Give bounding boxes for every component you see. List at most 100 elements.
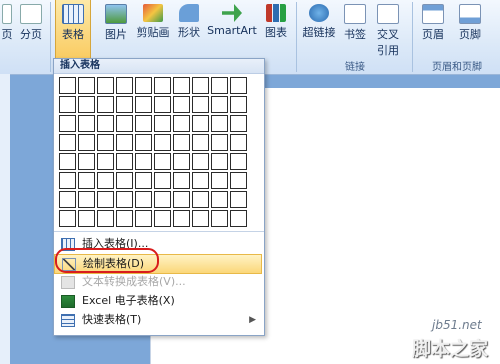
grid-cell[interactable] (116, 210, 133, 227)
grid-cell[interactable] (59, 153, 76, 170)
footer-button[interactable]: 页脚 (455, 0, 485, 58)
grid-cell[interactable] (192, 191, 209, 208)
grid-cell[interactable] (78, 96, 95, 113)
grid-cell[interactable] (230, 172, 247, 189)
grid-cell[interactable] (230, 191, 247, 208)
hyperlink-button[interactable]: 超链接 (299, 0, 339, 58)
grid-cell[interactable] (173, 210, 190, 227)
grid-cell[interactable] (154, 77, 171, 94)
smartart-button[interactable]: SmartArt (205, 0, 259, 58)
grid-cell[interactable] (211, 96, 228, 113)
grid-cell[interactable] (59, 96, 76, 113)
grid-cell[interactable] (230, 96, 247, 113)
grid-cell[interactable] (135, 134, 152, 151)
grid-cell[interactable] (154, 96, 171, 113)
grid-cell[interactable] (78, 115, 95, 132)
grid-cell[interactable] (135, 77, 152, 94)
grid-cell[interactable] (230, 210, 247, 227)
grid-cell[interactable] (173, 96, 190, 113)
grid-cell[interactable] (211, 77, 228, 94)
grid-cell[interactable] (192, 115, 209, 132)
grid-cell[interactable] (97, 77, 114, 94)
bookmark-button[interactable]: 书签 (341, 0, 369, 58)
menu-item-excel-spreadsheet[interactable]: Excel 电子表格(X) (54, 292, 262, 310)
grid-cell[interactable] (154, 134, 171, 151)
picture-button[interactable]: 图片 (101, 0, 131, 58)
grid-cell[interactable] (173, 115, 190, 132)
group-separator (296, 2, 297, 72)
grid-cell[interactable] (192, 77, 209, 94)
grid-cell[interactable] (116, 134, 133, 151)
grid-cell[interactable] (211, 134, 228, 151)
grid-cell[interactable] (78, 134, 95, 151)
grid-cell[interactable] (97, 191, 114, 208)
grid-cell[interactable] (97, 115, 114, 132)
grid-cell[interactable] (78, 191, 95, 208)
grid-cell[interactable] (135, 115, 152, 132)
grid-cell[interactable] (135, 172, 152, 189)
grid-cell[interactable] (135, 210, 152, 227)
grid-cell[interactable] (230, 115, 247, 132)
grid-cell[interactable] (211, 115, 228, 132)
grid-cell[interactable] (116, 153, 133, 170)
grid-cell[interactable] (154, 153, 171, 170)
grid-cell[interactable] (211, 191, 228, 208)
grid-cell[interactable] (135, 191, 152, 208)
grid-cell[interactable] (154, 115, 171, 132)
grid-cell[interactable] (192, 172, 209, 189)
grid-cell[interactable] (192, 134, 209, 151)
cross-reference-button[interactable]: 交叉 引用 (372, 0, 404, 58)
grid-cell[interactable] (211, 210, 228, 227)
grid-cell[interactable] (192, 210, 209, 227)
grid-cell[interactable] (116, 96, 133, 113)
grid-cell[interactable] (97, 153, 114, 170)
grid-cell[interactable] (116, 77, 133, 94)
grid-cell[interactable] (59, 134, 76, 151)
grid-cell[interactable] (230, 153, 247, 170)
grid-cell[interactable] (97, 134, 114, 151)
grid-cell[interactable] (211, 153, 228, 170)
grid-cell[interactable] (116, 191, 133, 208)
grid-cell[interactable] (97, 210, 114, 227)
grid-cell[interactable] (116, 115, 133, 132)
grid-cell[interactable] (192, 96, 209, 113)
page-break-button[interactable]: 分页 (16, 0, 46, 58)
table-size-grid[interactable] (59, 77, 247, 227)
page-break-icon (20, 4, 42, 24)
grid-cell[interactable] (59, 172, 76, 189)
grid-cell[interactable] (154, 172, 171, 189)
grid-cell[interactable] (211, 172, 228, 189)
grid-cell[interactable] (78, 153, 95, 170)
grid-cell[interactable] (59, 77, 76, 94)
grid-cell[interactable] (173, 134, 190, 151)
grid-cell[interactable] (135, 96, 152, 113)
grid-cell[interactable] (116, 172, 133, 189)
grid-cell[interactable] (173, 191, 190, 208)
grid-cell[interactable] (78, 77, 95, 94)
grid-cell[interactable] (78, 172, 95, 189)
grid-cell[interactable] (230, 77, 247, 94)
grid-cell[interactable] (154, 210, 171, 227)
shapes-button[interactable]: 形状 (175, 0, 203, 58)
page-button-partial[interactable]: 页 (0, 0, 14, 58)
grid-cell[interactable] (154, 191, 171, 208)
grid-cell[interactable] (173, 153, 190, 170)
grid-cell[interactable] (97, 172, 114, 189)
grid-cell[interactable] (78, 210, 95, 227)
table-icon (62, 4, 84, 24)
grid-cell[interactable] (230, 134, 247, 151)
grid-cell[interactable] (97, 96, 114, 113)
header-button[interactable]: 页眉 (418, 0, 448, 58)
grid-cell[interactable] (59, 210, 76, 227)
grid-cell[interactable] (59, 115, 76, 132)
chart-button[interactable]: 图表 (261, 0, 291, 58)
table-button[interactable]: 表格 (55, 0, 91, 59)
clipart-button[interactable]: 剪贴画 (133, 0, 173, 58)
grid-cell[interactable] (59, 191, 76, 208)
grid-cell[interactable] (192, 153, 209, 170)
grid-cell[interactable] (173, 172, 190, 189)
menu-item-quick-tables[interactable]: 快速表格(T) ▶ (54, 311, 262, 329)
grid-cell[interactable] (135, 153, 152, 170)
footer-label: 页脚 (459, 28, 481, 41)
grid-cell[interactable] (173, 77, 190, 94)
